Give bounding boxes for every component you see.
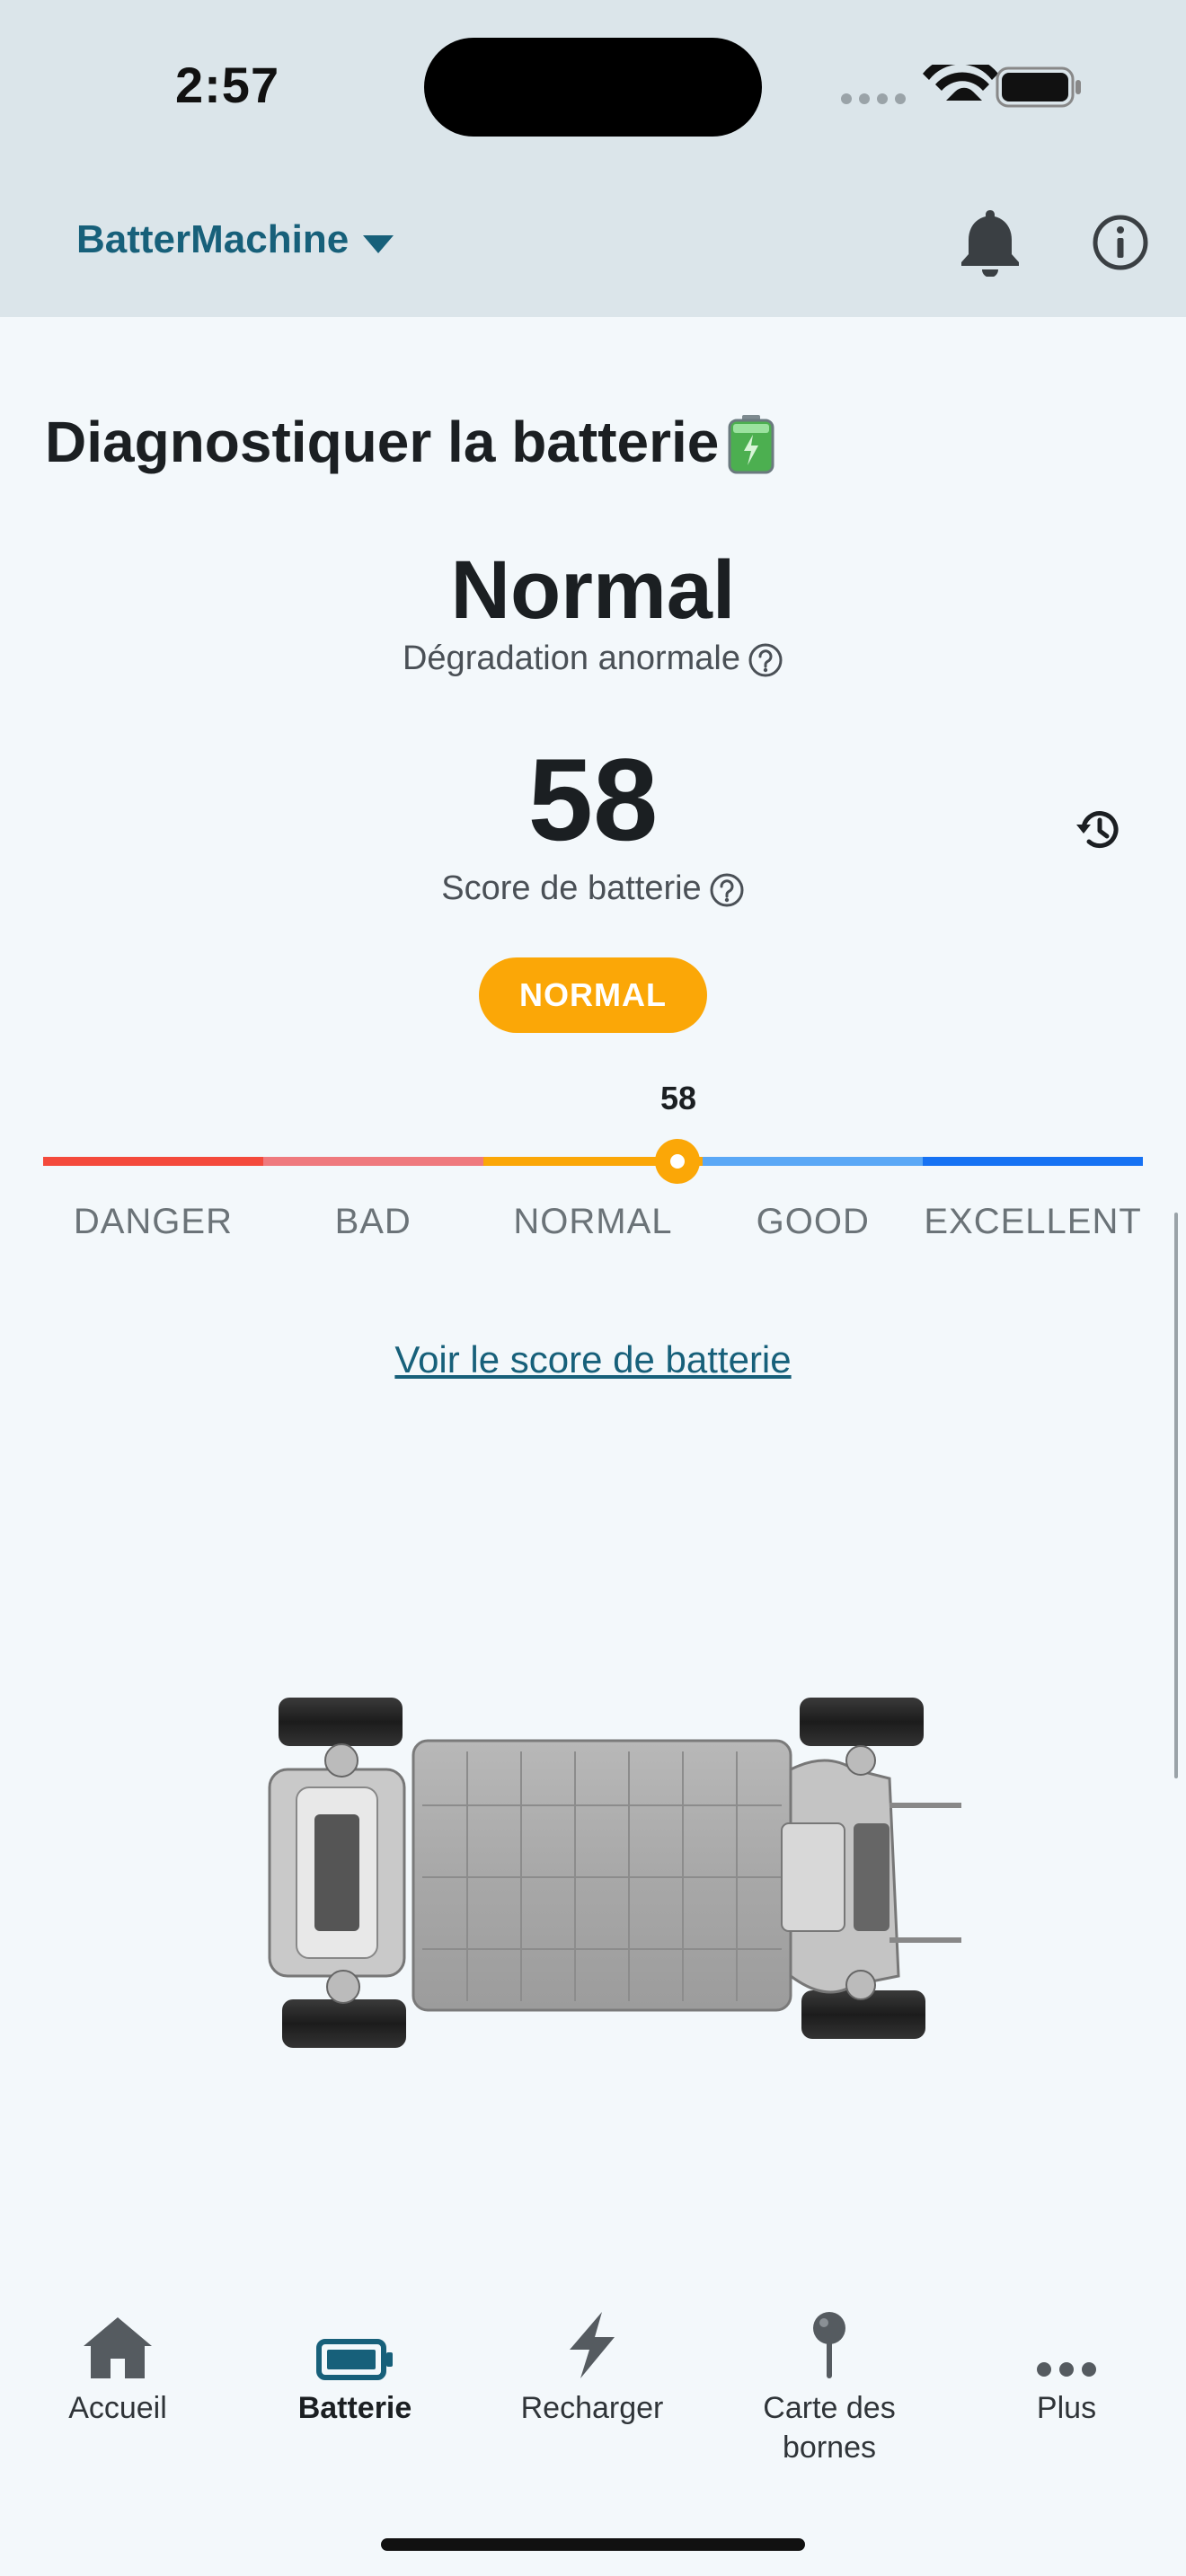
gauge-label-excellent: EXCELLENT <box>924 1202 1142 1241</box>
score-label-row: Score de batterie <box>0 869 1186 908</box>
gauge-marker <box>655 1139 700 1184</box>
tab-label: Plus <box>1036 2391 1097 2425</box>
tab-label: Carte des bornes <box>763 2391 896 2465</box>
gauge-segment-good <box>703 1157 924 1166</box>
help-icon[interactable] <box>709 872 745 908</box>
view-score-link[interactable]: Voir le score de batterie <box>0 1338 1186 1381</box>
gauge-labels: DANGER BAD NORMAL GOOD EXCELLENT <box>43 1202 1143 1242</box>
tab-plus[interactable]: Plus <box>959 2299 1174 2429</box>
battery-icon <box>728 415 774 474</box>
battery-status-title: Normal <box>450 544 736 636</box>
info-icon[interactable] <box>1092 214 1149 271</box>
signal-icon <box>841 93 906 104</box>
tab-recharger[interactable]: Recharger <box>484 2299 700 2429</box>
gauge-label-danger: DANGER <box>73 1202 233 1241</box>
score-gauge <box>43 1157 1143 1166</box>
account-selector[interactable]: BatterMachine <box>76 217 349 262</box>
status-icons <box>841 65 1081 108</box>
gauge-label-bad: BAD <box>334 1202 412 1241</box>
battery-status-icon <box>996 66 1081 108</box>
degradation-label: Dégradation anormale <box>402 640 740 677</box>
home-indicator[interactable] <box>381 2538 805 2551</box>
gauge-label-normal: NORMAL <box>513 1202 673 1241</box>
tab-label: Batterie <box>297 2391 412 2425</box>
tab-label: Accueil <box>68 2391 167 2425</box>
wifi-icon <box>923 65 998 101</box>
history-icon[interactable] <box>1075 805 1125 855</box>
scrollbar[interactable] <box>1174 1213 1178 1778</box>
page-title: Diagnostiquer la batterie <box>45 410 720 474</box>
tab-accueil[interactable]: Accueil <box>10 2299 226 2429</box>
gauge-label-good: GOOD <box>756 1202 870 1241</box>
status-badge: NORMAL <box>479 957 707 1033</box>
tab-label: Recharger <box>520 2391 664 2425</box>
dynamic-island <box>424 38 762 137</box>
degradation-row: Dégradation anormale <box>0 640 1186 678</box>
status-bar: 2:57 <box>0 0 1186 180</box>
gauge-segment-excellent <box>923 1157 1143 1166</box>
app-header: BatterMachine <box>0 180 1186 317</box>
battery-icon <box>316 2339 393 2380</box>
ev-chassis-image <box>268 1698 961 2048</box>
lightning-icon <box>570 2312 615 2378</box>
tab-carte-des-bornes[interactable]: Carte des bornes <box>721 2299 937 2467</box>
gauge-marker-value: 58 <box>659 1080 697 1116</box>
battery-score-value: 58 <box>527 734 659 865</box>
gauge-segment-danger <box>43 1157 263 1166</box>
bell-icon[interactable] <box>959 207 1022 277</box>
help-icon[interactable] <box>748 642 783 678</box>
home-icon <box>84 2317 152 2378</box>
map-pin-icon <box>813 2312 845 2378</box>
gauge-segment-bad <box>262 1157 483 1166</box>
tab-batterie[interactable]: Batterie <box>247 2299 463 2429</box>
chevron-down-icon[interactable] <box>361 234 395 255</box>
score-label: Score de batterie <box>441 869 702 907</box>
status-time: 2:57 <box>175 57 280 113</box>
tab-bar: Accueil Batterie Recharger Carte des bor… <box>0 2299 1186 2576</box>
more-icon <box>1037 2362 1096 2377</box>
